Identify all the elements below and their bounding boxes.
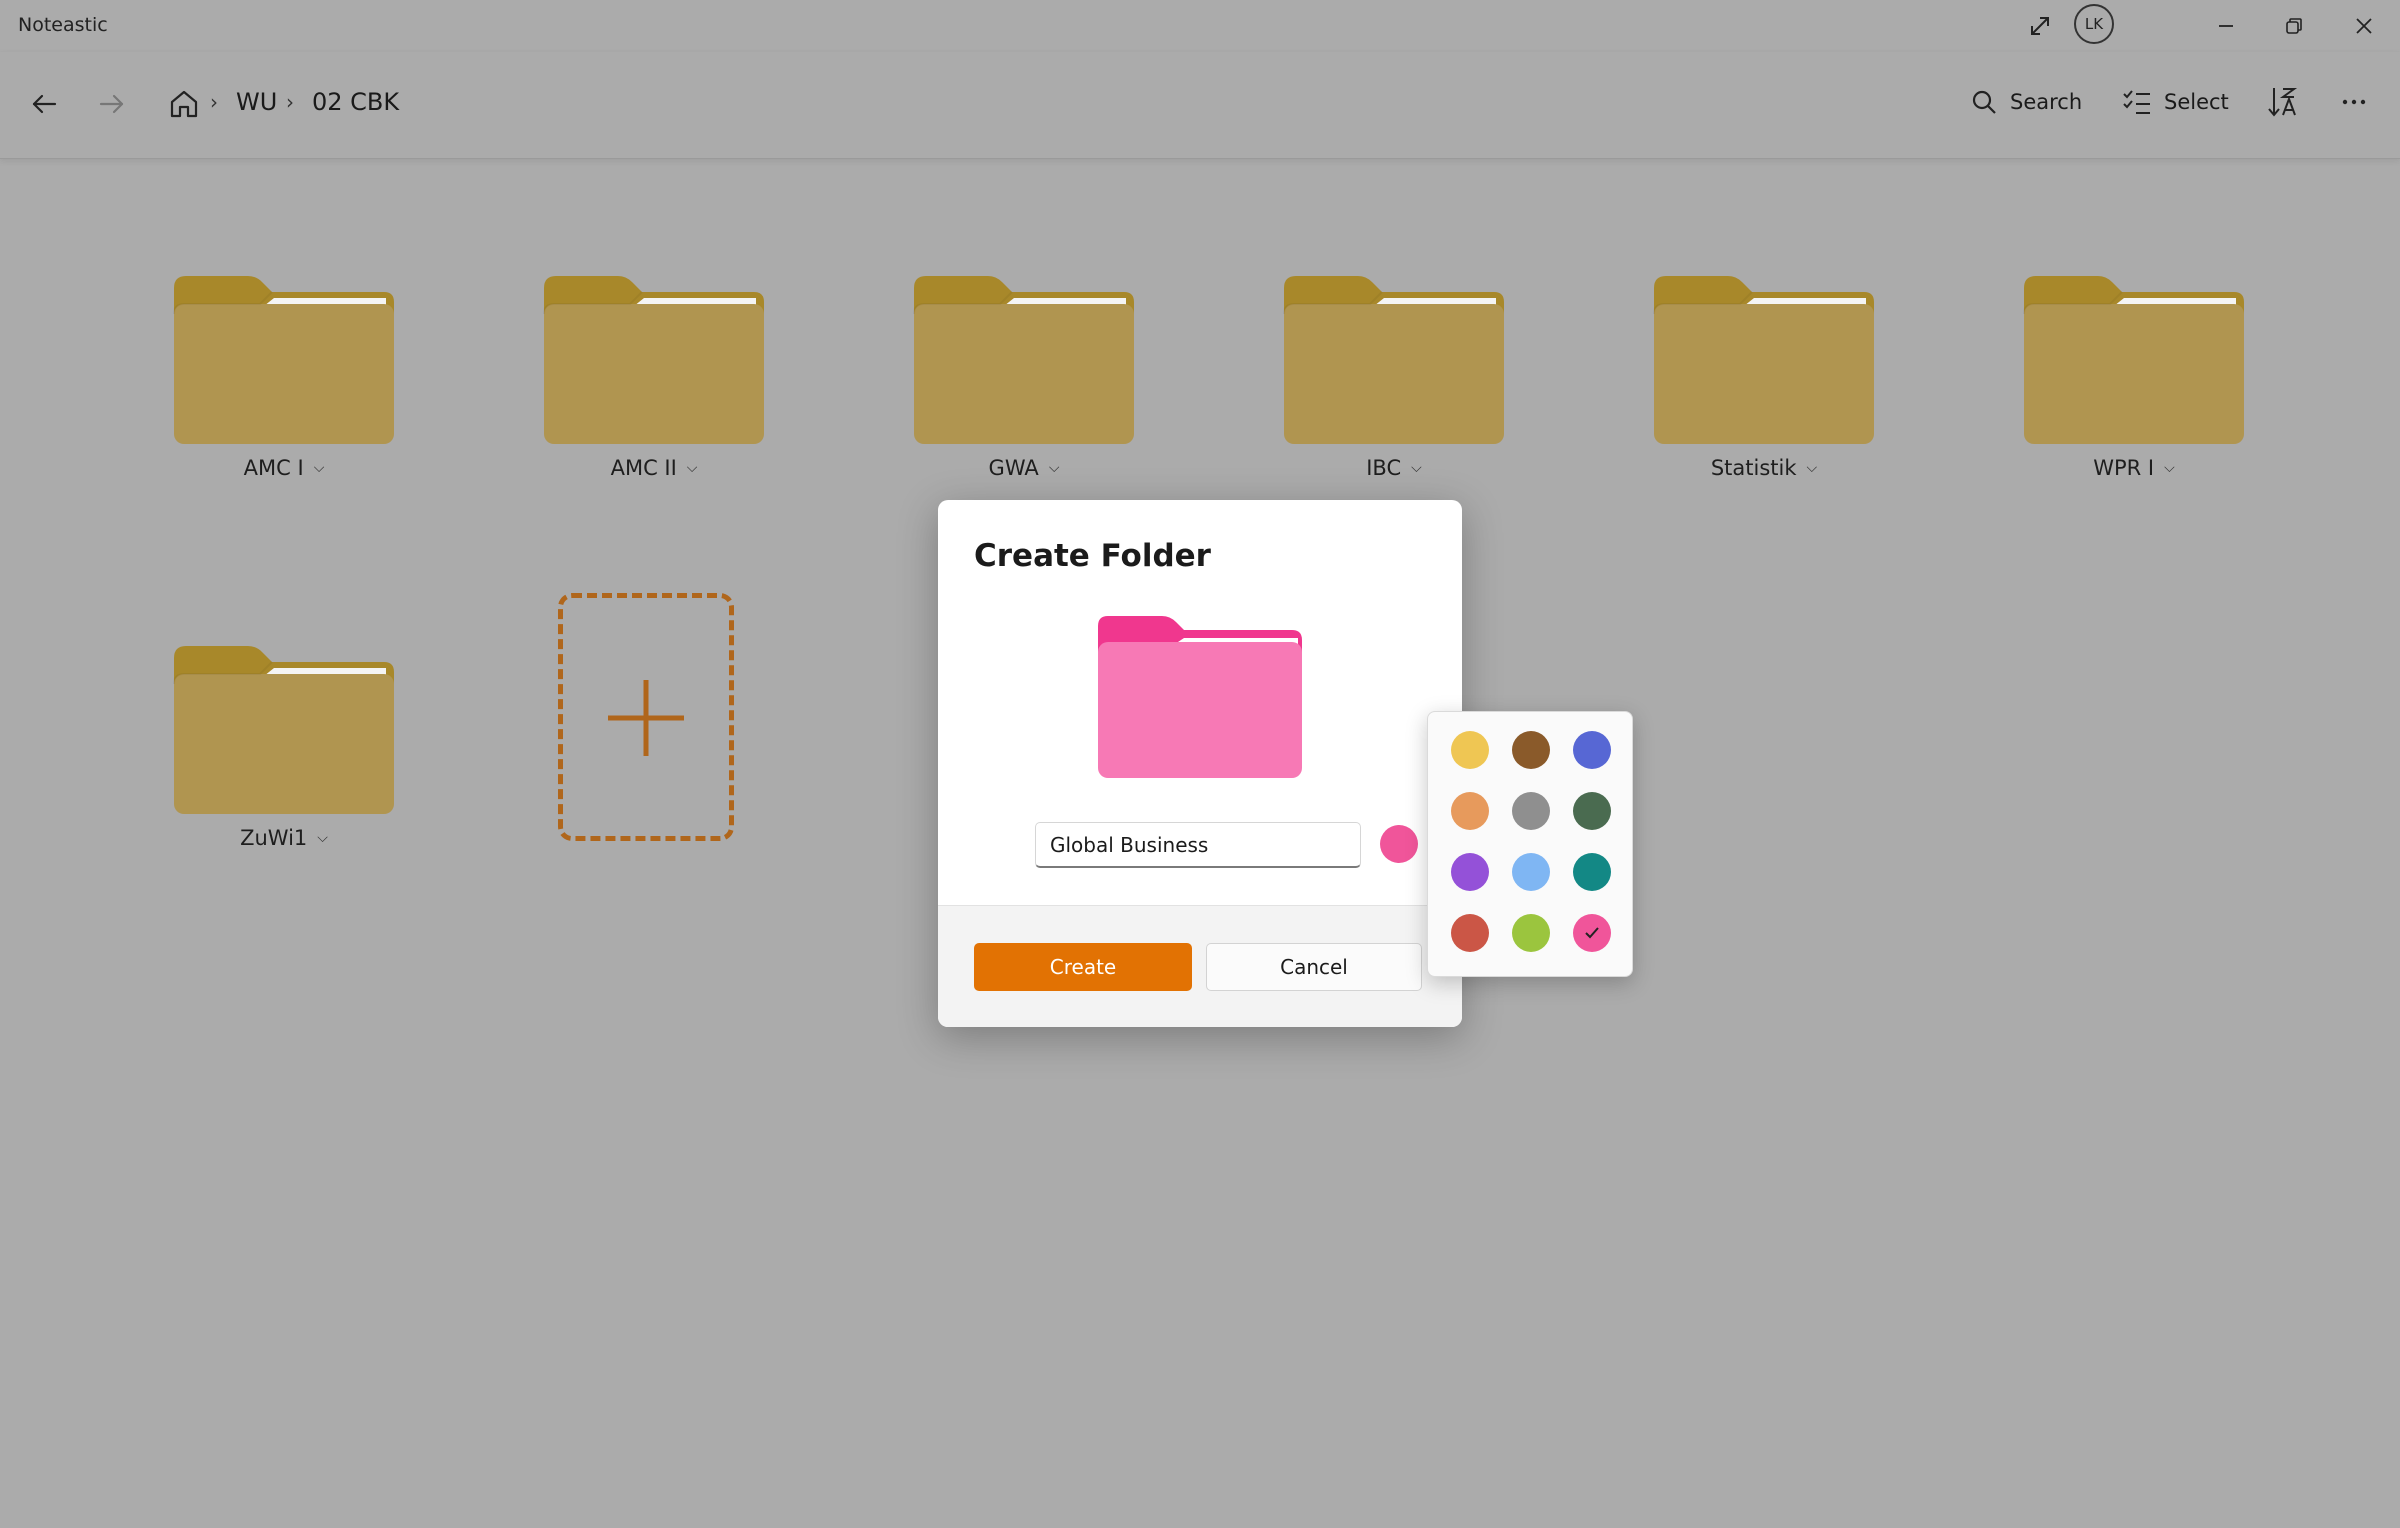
folder-icon — [543, 276, 764, 444]
folder-name: GWA — [988, 456, 1039, 480]
minimize-icon[interactable] — [2206, 6, 2246, 46]
folder-icon — [173, 276, 394, 444]
search-icon — [1972, 90, 1996, 114]
folder-name: AMC I — [243, 456, 304, 480]
chevron-down-icon[interactable]: ⌵ — [314, 460, 325, 476]
folder-name-input[interactable] — [1035, 822, 1361, 868]
folder-icon — [1653, 276, 1874, 444]
restore-icon[interactable] — [2274, 6, 2314, 46]
folder-color-button[interactable] — [1380, 825, 1418, 863]
folder-name: WPR I — [2093, 456, 2155, 480]
search-button[interactable]: Search — [1970, 82, 2082, 122]
chevron-down-icon[interactable]: ⌵ — [1049, 460, 1060, 476]
folder-icon — [2023, 276, 2244, 444]
user-avatar[interactable]: LK — [2074, 4, 2114, 44]
chevron-down-icon[interactable]: ⌵ — [317, 830, 328, 846]
fullscreen-icon[interactable] — [2020, 6, 2060, 46]
plus-icon — [608, 680, 684, 756]
color-option-yellow[interactable] — [1451, 731, 1489, 769]
color-option-pink[interactable] — [1573, 914, 1611, 952]
color-option-orange[interactable] — [1451, 792, 1489, 830]
chevron-down-icon[interactable]: ⌵ — [1411, 460, 1422, 476]
folder-label[interactable]: ZuWi1 ⌵ — [164, 826, 404, 850]
color-option-dark-green[interactable] — [1573, 792, 1611, 830]
checkmark-icon — [1585, 927, 1599, 939]
forward-arrow-icon[interactable] — [90, 82, 134, 126]
select-button[interactable]: Select — [2122, 82, 2229, 122]
chevron-down-icon[interactable]: ⌵ — [687, 460, 698, 476]
folder-preview-icon — [1098, 616, 1302, 778]
folder-icon — [1283, 276, 1504, 444]
folder-name: IBC — [1366, 456, 1402, 480]
checklist-icon — [2123, 90, 2150, 114]
folder-name: AMC II — [610, 456, 677, 480]
color-option-blue[interactable] — [1573, 731, 1611, 769]
color-option-lime[interactable] — [1512, 914, 1550, 952]
cancel-button[interactable]: Cancel — [1206, 943, 1422, 991]
color-picker-flyout — [1427, 711, 1633, 977]
color-option-gray[interactable] — [1512, 792, 1550, 830]
folder-name: Statistik — [1710, 456, 1797, 480]
folder-label[interactable]: GWA ⌵ — [904, 456, 1144, 480]
more-options-icon[interactable] — [2334, 82, 2374, 122]
chevron-right-icon: › — [210, 90, 218, 114]
chevron-right-icon: › — [286, 90, 294, 114]
chevron-down-icon[interactable]: ⌵ — [2164, 460, 2175, 476]
chevron-down-icon[interactable]: ⌵ — [1807, 460, 1818, 476]
select-label: Select — [2164, 90, 2229, 114]
folder-label[interactable]: WPR I ⌵ — [2014, 456, 2254, 480]
add-folder-tile[interactable] — [558, 593, 734, 841]
navigation-toolbar: › WU › 02 CBK Search Select — [0, 52, 2400, 159]
folder-label[interactable]: IBC ⌵ — [1274, 456, 1514, 480]
color-option-teal[interactable] — [1573, 853, 1611, 891]
folder-icon — [913, 276, 1134, 444]
dialog-title: Create Folder — [974, 538, 1211, 574]
folder-name: ZuWi1 — [240, 826, 308, 850]
app-title: Noteastic — [18, 14, 108, 36]
create-button[interactable]: Create — [974, 943, 1192, 991]
search-label: Search — [2010, 90, 2083, 114]
back-arrow-icon[interactable] — [22, 82, 66, 126]
sort-icon[interactable] — [2262, 82, 2302, 122]
color-option-brown[interactable] — [1512, 731, 1550, 769]
create-folder-dialog: Create Folder Create Cancel — [938, 500, 1462, 1027]
breadcrumb-item[interactable]: WU — [236, 88, 277, 116]
folder-label[interactable]: AMC II ⌵ — [534, 456, 774, 480]
folder-icon — [173, 646, 394, 814]
color-option-red[interactable] — [1451, 914, 1489, 952]
folder-label[interactable]: AMC I ⌵ — [164, 456, 404, 480]
color-option-light-blue[interactable] — [1512, 853, 1550, 891]
folder-label[interactable]: Statistik ⌵ — [1644, 456, 1884, 480]
title-bar: Noteastic LK — [0, 0, 2400, 52]
home-icon[interactable] — [164, 82, 204, 126]
breadcrumb-item-current[interactable]: 02 CBK — [312, 88, 399, 116]
close-icon[interactable] — [2344, 6, 2384, 46]
color-option-purple[interactable] — [1451, 853, 1489, 891]
